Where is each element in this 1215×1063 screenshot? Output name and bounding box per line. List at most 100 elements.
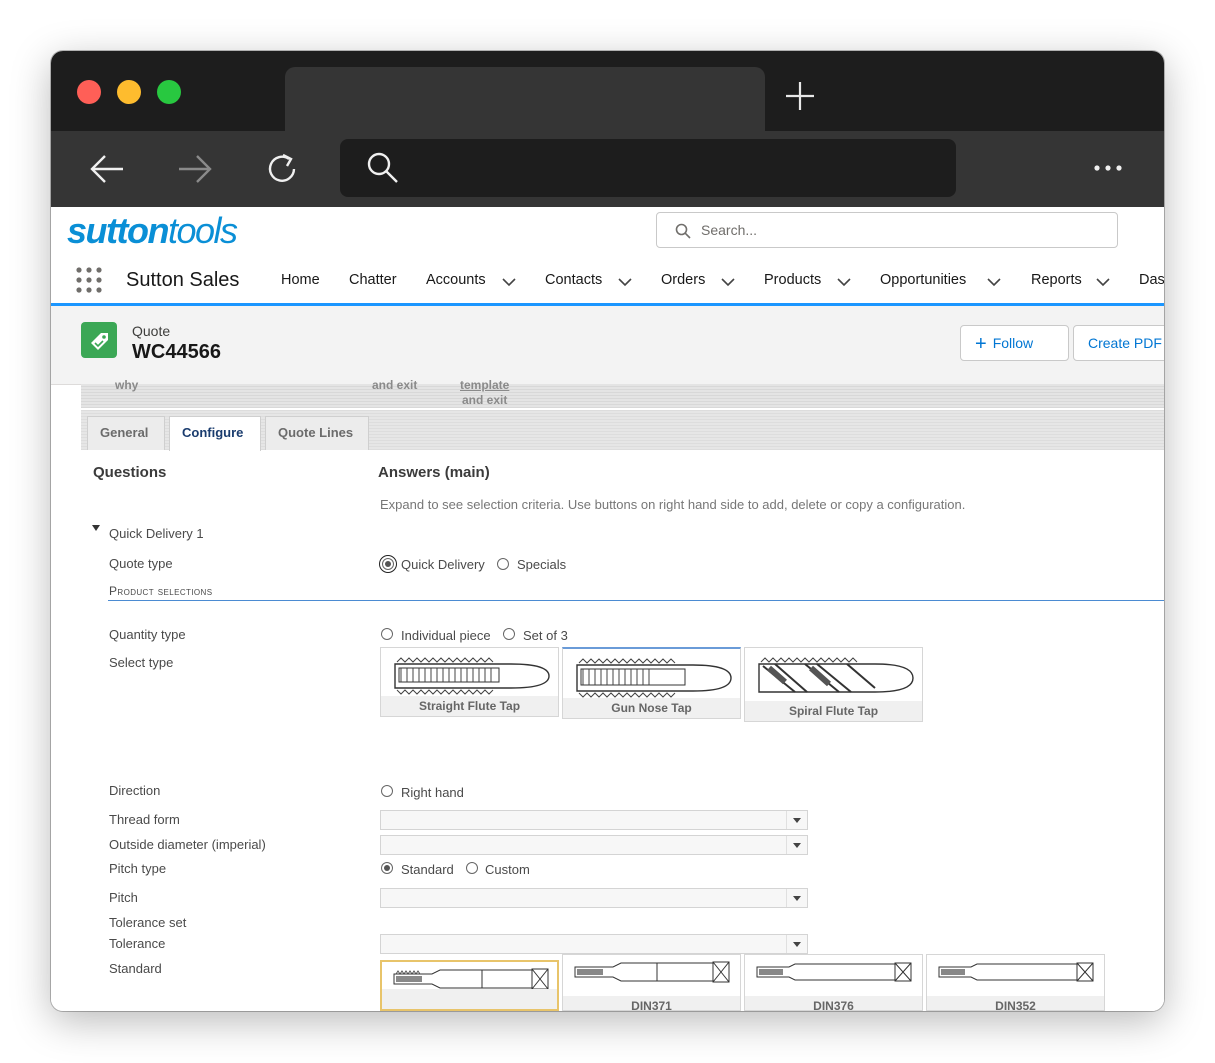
standard-card[interactable]: DIN352: [926, 954, 1105, 1011]
tolerance-set-label: Tolerance set: [109, 915, 187, 930]
plus-icon: +: [975, 333, 987, 355]
tap-type-caption: Gun Nose Tap: [563, 698, 740, 718]
nav-accounts[interactable]: Accounts: [426, 272, 486, 288]
standard-label: Standard: [109, 961, 162, 976]
standard-card[interactable]: DIN376: [744, 954, 923, 1011]
app-launcher-icon[interactable]: [75, 266, 103, 294]
search-icon: [367, 152, 398, 183]
new-tab-icon[interactable]: [783, 79, 817, 113]
pitch-custom-radio[interactable]: [466, 862, 478, 874]
chevron-down-icon[interactable]: [837, 278, 851, 287]
direction-option[interactable]: Right hand: [401, 785, 464, 800]
page-content: suttontools Search... Sutton Sales Home …: [51, 208, 1164, 1011]
quote-type-quick-delivery-radio[interactable]: [379, 555, 397, 573]
quote-type-option[interactable]: Quick Delivery: [401, 557, 485, 572]
record-name: WC44566: [132, 341, 221, 363]
direction-label: Direction: [109, 783, 161, 798]
app-header: suttontools Search... Sutton Sales Home …: [51, 208, 1164, 306]
back-icon[interactable]: [87, 149, 127, 189]
search-icon: [675, 223, 691, 239]
more-icon[interactable]: [1091, 153, 1125, 183]
pitch-type-option[interactable]: Custom: [485, 862, 530, 877]
nav-contacts[interactable]: Contacts: [545, 272, 602, 288]
address-bar[interactable]: [340, 139, 956, 197]
pitch-standard-radio[interactable]: [381, 862, 393, 874]
answers-heading: Answers (main): [378, 464, 490, 481]
quantity-individual-radio[interactable]: [381, 628, 393, 640]
quote-icon: [81, 322, 117, 358]
app-name: Sutton Sales: [126, 269, 240, 291]
search-placeholder: Search...: [701, 222, 758, 238]
create-pdf-button[interactable]: Create PDF: [1073, 325, 1164, 361]
standard-card[interactable]: [380, 960, 559, 1011]
tap-standard-image: [574, 961, 730, 983]
nav-orders[interactable]: Orders: [661, 272, 705, 288]
thread-form-select[interactable]: [380, 810, 808, 830]
follow-button[interactable]: + Follow: [960, 325, 1069, 361]
outside-diameter-select[interactable]: [380, 835, 808, 855]
maximize-window-button[interactable]: [157, 80, 181, 104]
chevron-down-icon[interactable]: [987, 278, 1001, 287]
tap-standard-image: [938, 962, 1094, 982]
quantity-set-radio[interactable]: [503, 628, 515, 640]
spiral-flute-tap-image: [758, 657, 914, 693]
browser-tab[interactable]: [285, 67, 765, 131]
nav-home[interactable]: Home: [281, 272, 320, 288]
action-strip: why and exit template and exit: [81, 378, 1164, 408]
chevron-down-icon[interactable]: [721, 278, 735, 287]
nav-chatter[interactable]: Chatter: [349, 272, 397, 288]
chevron-down-icon: [786, 836, 807, 854]
standard-caption: DIN352: [927, 996, 1104, 1010]
close-window-button[interactable]: [77, 80, 101, 104]
tab-general[interactable]: General: [87, 416, 165, 450]
tap-type-card[interactable]: Straight Flute Tap: [380, 647, 559, 717]
tolerance-label: Tolerance: [109, 936, 166, 951]
nav-opportunities[interactable]: Opportunities: [880, 272, 966, 288]
forward-icon[interactable]: [175, 149, 215, 189]
pitch-label: Pitch: [109, 890, 138, 905]
record-type: Quote: [132, 323, 171, 339]
strip-text: and exit: [372, 378, 418, 392]
chevron-down-icon[interactable]: [502, 278, 516, 287]
section-title: Product selections: [109, 584, 213, 598]
configurator-tabs: General Configure Quote Lines: [81, 410, 1164, 451]
reload-icon[interactable]: [263, 149, 303, 189]
tab-quote-lines[interactable]: Quote Lines: [265, 416, 369, 450]
global-search-input[interactable]: Search...: [656, 212, 1118, 248]
direction-right-hand-radio[interactable]: [381, 785, 393, 797]
standard-caption: DIN376: [745, 996, 922, 1010]
tap-type-card[interactable]: Spiral Flute Tap: [744, 647, 923, 722]
minimize-window-button[interactable]: [117, 80, 141, 104]
pitch-select[interactable]: [380, 888, 808, 908]
collapse-arrow-icon[interactable]: [92, 524, 100, 532]
outside-diameter-label: Outside diameter (imperial): [109, 837, 266, 852]
chevron-down-icon[interactable]: [618, 278, 632, 287]
standard-card[interactable]: DIN371: [562, 954, 741, 1011]
nav-products[interactable]: Products: [764, 272, 821, 288]
nav-reports[interactable]: Reports: [1031, 272, 1082, 288]
section-divider: [108, 600, 1164, 601]
group-label[interactable]: Quick Delivery 1: [109, 526, 204, 541]
tolerance-select[interactable]: [380, 934, 808, 954]
quantity-type-label: Quantity type: [109, 627, 186, 642]
chevron-down-icon[interactable]: [1096, 278, 1110, 287]
configurator-panel: why and exit template and exit General C…: [81, 378, 1164, 1011]
pitch-type-option[interactable]: Standard: [401, 862, 454, 877]
company-logo[interactable]: suttontools: [67, 210, 238, 252]
questions-heading: Questions: [93, 464, 167, 481]
chevron-down-icon: [786, 889, 807, 907]
tap-type-card[interactable]: Gun Nose Tap: [562, 647, 741, 719]
standard-caption: DIN371: [563, 996, 740, 1010]
quantity-option[interactable]: Individual piece: [401, 628, 491, 643]
select-type-label: Select type: [109, 655, 174, 670]
strip-text: why: [115, 378, 139, 392]
quote-type-specials-radio[interactable]: [497, 558, 509, 570]
gun-nose-tap-image: [576, 658, 732, 698]
nav-dashboards[interactable]: Das: [1139, 272, 1164, 288]
quantity-option[interactable]: Set of 3: [523, 628, 568, 643]
tab-configure[interactable]: Configure: [169, 416, 261, 451]
pitch-type-label: Pitch type: [109, 861, 167, 876]
straight-flute-tap-image: [394, 657, 550, 695]
quote-type-option[interactable]: Specials: [517, 557, 566, 572]
browser-toolbar: [51, 131, 1164, 207]
